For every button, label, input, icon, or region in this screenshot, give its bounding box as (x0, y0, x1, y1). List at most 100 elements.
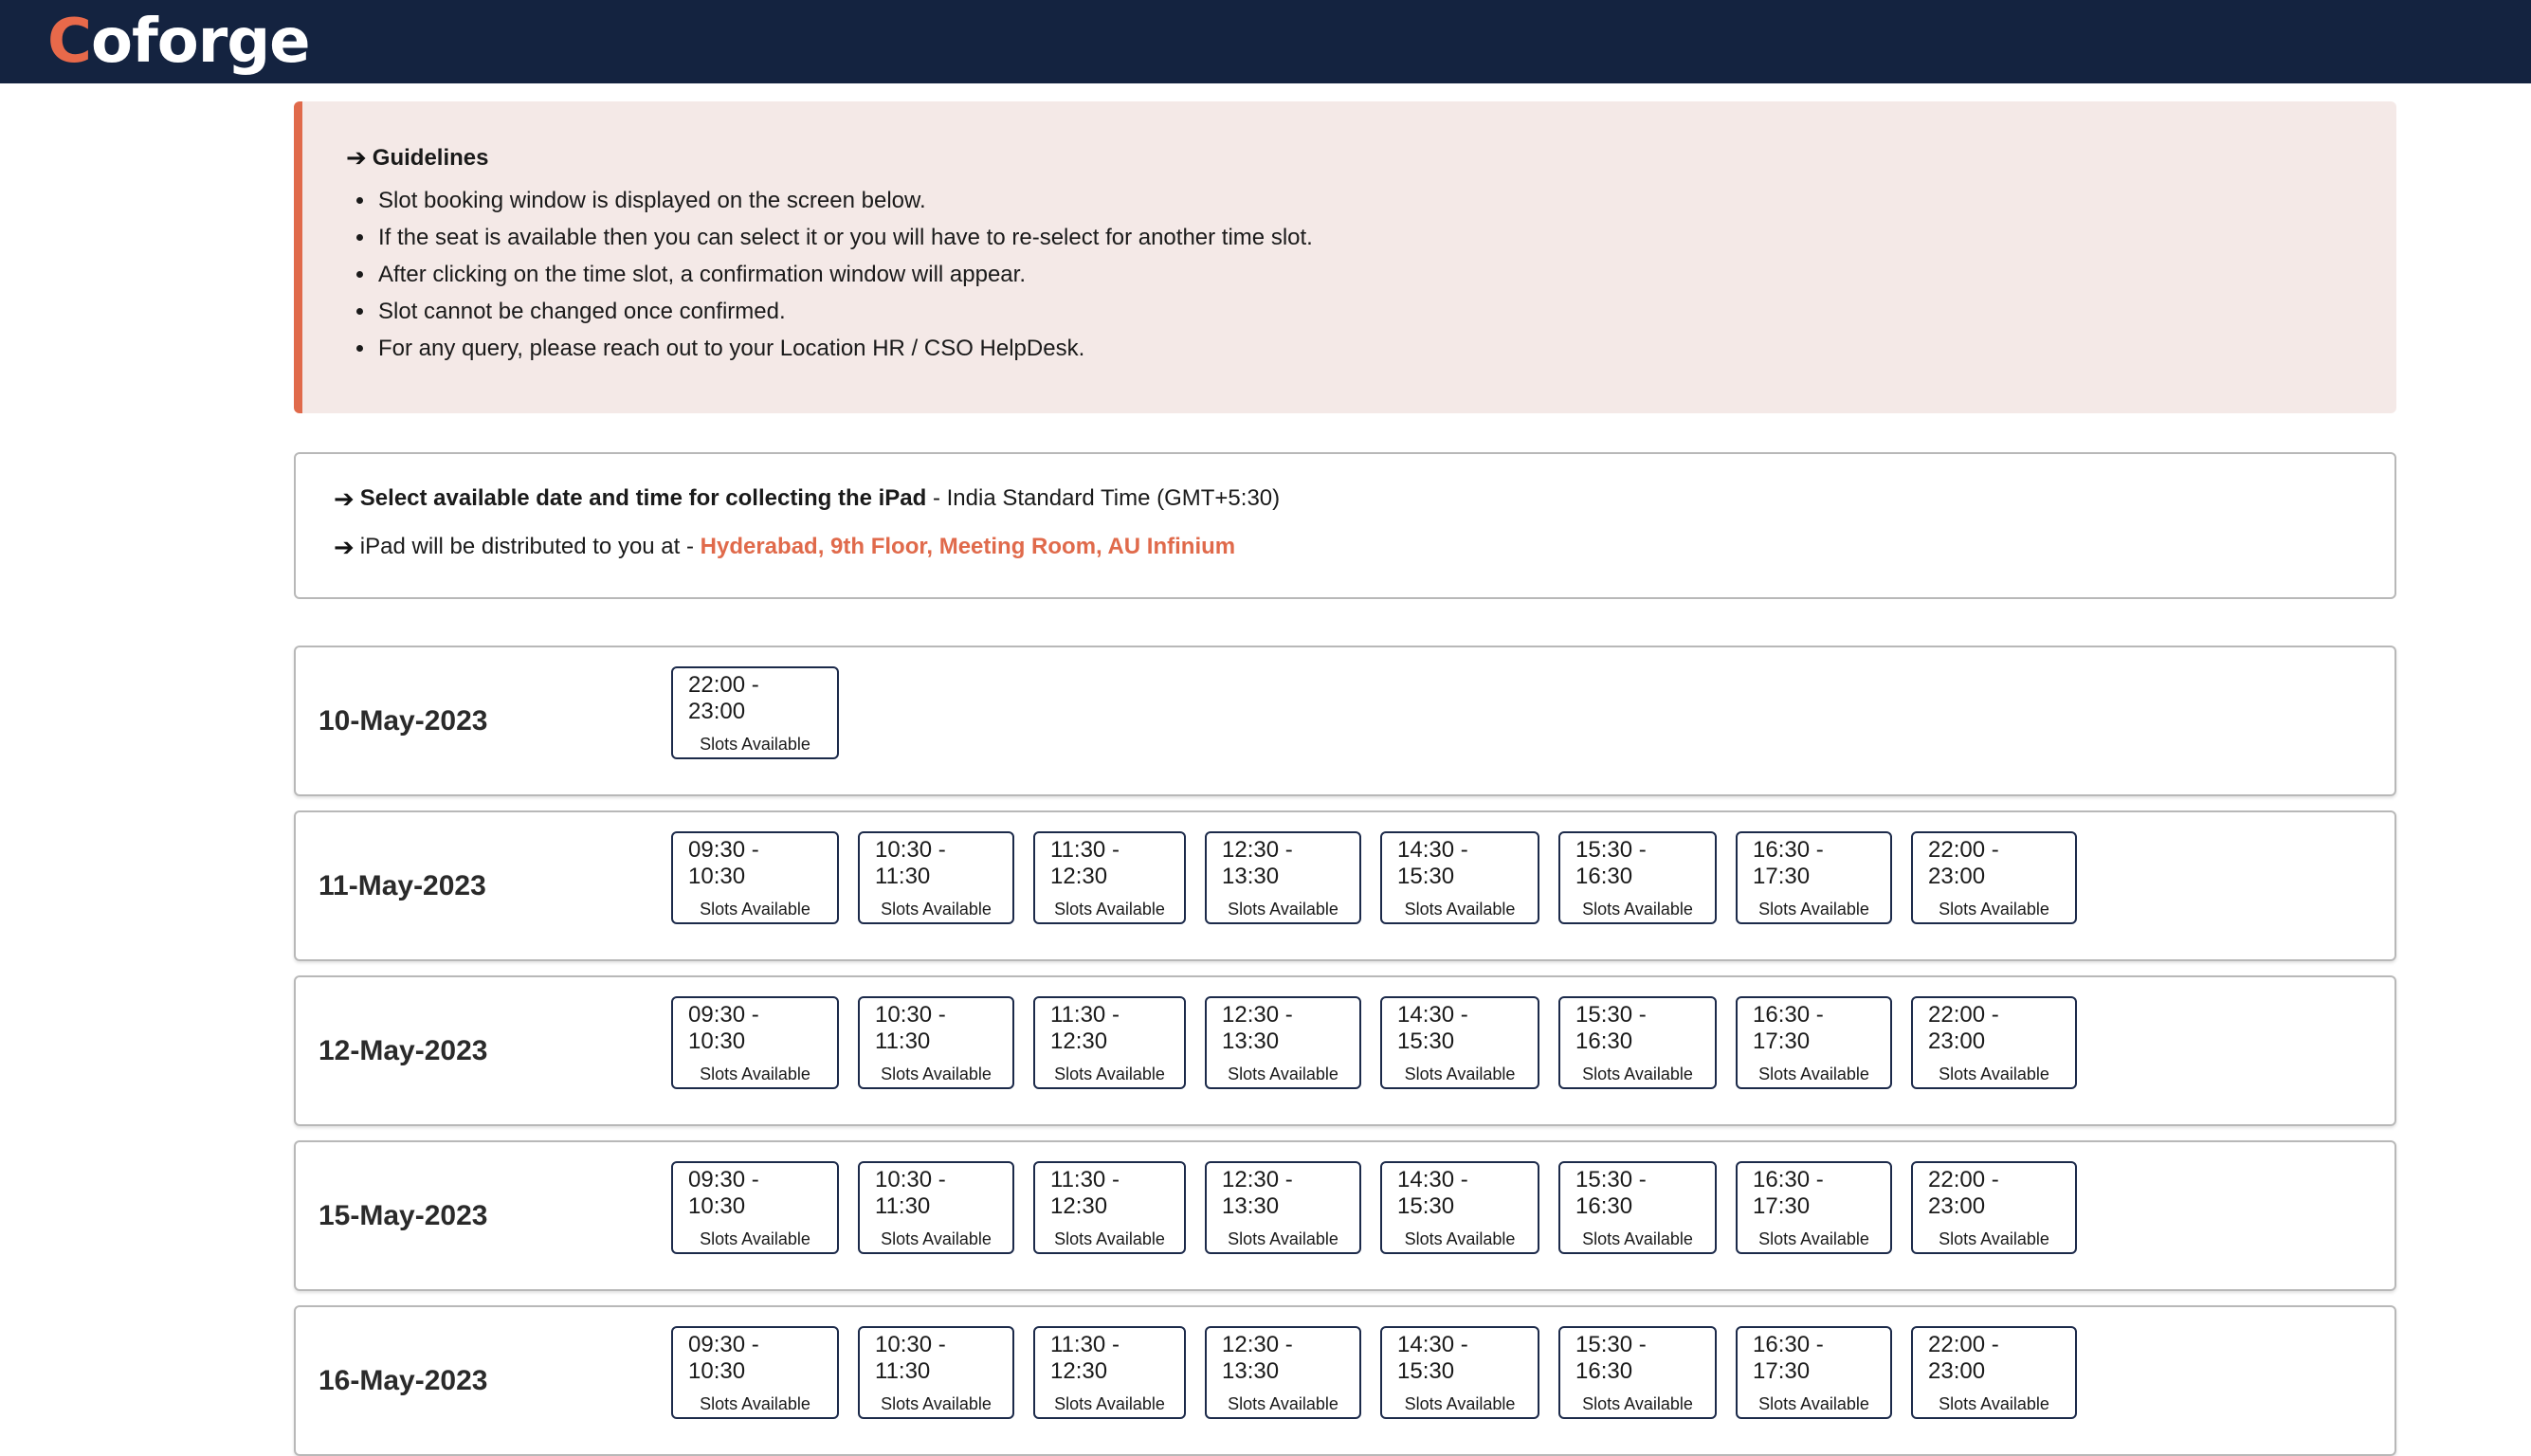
time-slot-button[interactable]: 16:30 - 17:30 Slots Available (1736, 1326, 1892, 1419)
slot-status: Slots Available (1054, 1393, 1165, 1413)
time-slot-button[interactable]: 22:00 - 23:00 Slots Available (1911, 831, 2077, 924)
timezone-text: - India Standard Time (GMT+5:30) (926, 485, 1281, 511)
time-slot-button[interactable]: 09:30 - 10:30 Slots Available (671, 831, 839, 924)
slot-status: Slots Available (1054, 1064, 1165, 1083)
slot-time: 11:30 - 12:30 (1050, 1001, 1120, 1054)
logo-rest: oforge (90, 7, 311, 77)
time-slot-button[interactable]: 12:30 - 13:30 Slots Available (1205, 996, 1361, 1089)
slot-time: 09:30 - 10:30 (688, 1331, 759, 1384)
slot-status: Slots Available (1939, 1228, 2049, 1248)
slot-time: 14:30 - 15:30 (1397, 1331, 1468, 1384)
time-slot-button[interactable]: 10:30 - 11:30 Slots Available (858, 831, 1014, 924)
time-slot-button[interactable]: 22:00 - 23:00 Slots Available (1911, 1326, 2077, 1419)
slot-time: 22:00 - 23:00 (1928, 1331, 1999, 1384)
slot-status: Slots Available (1054, 1228, 1165, 1248)
arrow-right-icon: ➔ (334, 483, 355, 513)
time-slot-group: 22:00 - 23:00 Slots Available (671, 666, 839, 759)
slot-status: Slots Available (1404, 899, 1516, 919)
time-slot-button[interactable]: 12:30 - 13:30 Slots Available (1205, 1326, 1361, 1419)
logo-first-letter: C (47, 7, 92, 77)
time-slot-button[interactable]: 16:30 - 17:30 Slots Available (1736, 1161, 1892, 1254)
time-slot-button[interactable]: 10:30 - 11:30 Slots Available (858, 1326, 1014, 1419)
time-slot-button[interactable]: 09:30 - 10:30 Slots Available (671, 996, 839, 1089)
time-slot-button[interactable]: 15:30 - 16:30 Slots Available (1558, 1161, 1717, 1254)
slot-time: 12:30 - 13:30 (1222, 836, 1293, 889)
time-slot-button[interactable]: 16:30 - 17:30 Slots Available (1736, 831, 1892, 924)
time-slot-button[interactable]: 15:30 - 16:30 Slots Available (1558, 996, 1717, 1089)
time-slot-button[interactable]: 09:30 - 10:30 Slots Available (671, 1326, 839, 1419)
slot-time: 12:30 - 13:30 (1222, 1166, 1293, 1219)
time-slot-group: 09:30 - 10:30 Slots Available 10:30 - 11:3… (671, 1161, 2077, 1254)
time-slot-button[interactable]: 15:30 - 16:30 Slots Available (1558, 831, 1717, 924)
slot-status: Slots Available (881, 1393, 992, 1413)
slot-status: Slots Available (881, 1064, 992, 1083)
slot-time: 12:30 - 13:30 (1222, 1331, 1293, 1384)
slot-time: 16:30 - 17:30 (1753, 836, 1824, 889)
guidelines-panel: ➔ Guidelines Slot booking window is disp… (294, 101, 2396, 413)
slot-time: 15:30 - 16:30 (1575, 1001, 1647, 1054)
slot-status: Slots Available (881, 899, 992, 919)
slot-status: Slots Available (1758, 1064, 1869, 1083)
time-slot-button[interactable]: 14:30 - 15:30 Slots Available (1380, 831, 1539, 924)
time-slot-button[interactable]: 14:30 - 15:30 Slots Available (1380, 996, 1539, 1089)
time-slot-button[interactable]: 10:30 - 11:30 Slots Available (858, 1161, 1014, 1254)
select-label: Select available date and time for colle… (359, 485, 927, 511)
time-slot-button[interactable]: 22:00 - 23:00 Slots Available (1911, 1161, 2077, 1254)
slot-status: Slots Available (700, 899, 810, 919)
time-slot-button[interactable]: 11:30 - 12:30 Slots Available (1033, 1326, 1186, 1419)
date-card: 16-May-2023 09:30 - 10:30 Slots Available 1… (294, 1305, 2396, 1456)
guideline-item: If the seat is available then you can se… (376, 219, 2396, 256)
time-slot-group: 09:30 - 10:30 Slots Available 10:30 - 11:3… (671, 1326, 2077, 1419)
slot-status: Slots Available (1758, 1393, 1869, 1413)
location-text: Hyderabad, 9th Floor, Meeting Room, AU I… (700, 534, 1236, 559)
slot-time: 10:30 - 11:30 (875, 1331, 946, 1384)
guideline-item: After clicking on the time slot, a confi… (376, 256, 2396, 293)
time-slot-group: 09:30 - 10:30 Slots Available 10:30 - 11:3… (671, 996, 2077, 1089)
time-slot-button[interactable]: 22:00 - 23:00 Slots Available (671, 666, 839, 759)
slot-status: Slots Available (1939, 1393, 2049, 1413)
time-slot-button[interactable]: 11:30 - 12:30 Slots Available (1033, 831, 1186, 924)
slot-time: 10:30 - 11:30 (875, 1166, 946, 1219)
time-slot-button[interactable]: 12:30 - 13:30 Slots Available (1205, 1161, 1361, 1254)
slot-time: 11:30 - 12:30 (1050, 1331, 1120, 1384)
slot-status: Slots Available (1758, 899, 1869, 919)
slot-status: Slots Available (1582, 1228, 1693, 1248)
slot-status: Slots Available (1404, 1393, 1516, 1413)
slot-time: 22:00 - 23:00 (1928, 1001, 1999, 1054)
slot-time: 16:30 - 17:30 (1753, 1166, 1824, 1219)
time-slot-button[interactable]: 11:30 - 12:30 Slots Available (1033, 996, 1186, 1089)
guideline-item: Slot booking window is displayed on the … (376, 182, 2396, 219)
time-slot-button[interactable]: 16:30 - 17:30 Slots Available (1736, 996, 1892, 1089)
slot-time: 09:30 - 10:30 (688, 1001, 759, 1054)
time-slot-button[interactable]: 22:00 - 23:00 Slots Available (1911, 996, 2077, 1089)
guidelines-title: Guidelines (372, 144, 489, 171)
slot-status: Slots Available (1404, 1064, 1516, 1083)
select-instruction: ➔ Select available date and time for col… (334, 482, 2394, 515)
time-slot-button[interactable]: 09:30 - 10:30 Slots Available (671, 1161, 839, 1254)
top-header: Coforge (0, 0, 2531, 83)
time-slot-button[interactable]: 11:30 - 12:30 Slots Available (1033, 1161, 1186, 1254)
time-slot-button[interactable]: 15:30 - 16:30 Slots Available (1558, 1326, 1717, 1419)
distribution-location: ➔ iPad will be distributed to you at - H… (334, 531, 2394, 563)
date-label: 11-May-2023 (319, 869, 486, 901)
slot-status: Slots Available (1228, 1064, 1338, 1083)
slot-status: Slots Available (1758, 1228, 1869, 1248)
slot-status: Slots Available (1054, 899, 1165, 919)
slot-status: Slots Available (1582, 1393, 1693, 1413)
slot-status: Slots Available (1228, 1228, 1338, 1248)
time-slot-button[interactable]: 14:30 - 15:30 Slots Available (1380, 1161, 1539, 1254)
slot-time: 22:00 - 23:00 (688, 671, 759, 724)
slot-time: 14:30 - 15:30 (1397, 836, 1468, 889)
time-slot-button[interactable]: 12:30 - 13:30 Slots Available (1205, 831, 1361, 924)
coforge-logo[interactable]: Coforge (47, 11, 311, 72)
time-slot-button[interactable]: 14:30 - 15:30 Slots Available (1380, 1326, 1539, 1419)
date-card: 11-May-2023 09:30 - 10:30 Slots Available 1… (294, 810, 2396, 961)
guideline-item: Slot cannot be changed once confirmed. (376, 293, 2396, 330)
slot-time: 10:30 - 11:30 (875, 1001, 946, 1054)
slot-status: Slots Available (1228, 899, 1338, 919)
time-slot-button[interactable]: 10:30 - 11:30 Slots Available (858, 996, 1014, 1089)
slot-time: 14:30 - 15:30 (1397, 1166, 1468, 1219)
slot-status: Slots Available (1939, 1064, 2049, 1083)
slot-status: Slots Available (700, 1228, 810, 1248)
slot-time: 16:30 - 17:30 (1753, 1001, 1824, 1054)
